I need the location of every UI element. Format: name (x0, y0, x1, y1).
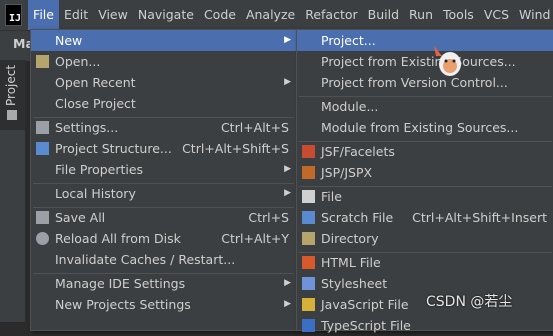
menu-item-reload[interactable]: Reload All from Disk Ctrl+Alt+Y (31, 228, 296, 249)
menu-code[interactable]: Code (199, 0, 241, 30)
new-item-project-existing-label: Project from Existing Sources... (321, 54, 516, 69)
menu-item-file-properties[interactable]: File Properties ▶ (31, 159, 296, 180)
menu-file[interactable]: File (28, 0, 59, 30)
project-structure-icon (36, 142, 49, 155)
jsf-file-icon (302, 145, 315, 158)
project-structure-shortcut: Ctrl+Alt+Shift+S (182, 141, 289, 156)
menu-item-new-projects-settings[interactable]: New Projects Settings ▶ (31, 294, 296, 315)
directory-icon (302, 232, 315, 245)
javascript-file-icon (302, 298, 315, 311)
menu-item-settings-label: Settings... (55, 120, 119, 135)
new-item-module-existing[interactable]: Module from Existing Sources... (297, 117, 553, 138)
menu-window[interactable]: Wind (514, 0, 553, 30)
menu-item-settings[interactable]: Settings... Ctrl+Alt+S (31, 117, 296, 138)
new-item-jsp[interactable]: JSP/JSPX (297, 162, 553, 183)
menu-item-local-history[interactable]: Local History ▶ (31, 183, 296, 204)
submenu-arrow-icon: ▶ (284, 299, 291, 309)
folder-icon (7, 110, 17, 120)
new-item-html-file-label: HTML File (321, 255, 381, 270)
new-item-scratch-file-label: Scratch File (321, 210, 394, 225)
new-item-scratch-file[interactable]: Scratch File Ctrl+Alt+Shift+Insert (297, 207, 553, 228)
menu-tools[interactable]: Tools (438, 0, 479, 30)
menu-item-open-recent-label: Open Recent (55, 75, 136, 90)
menu-item-open-label: Open... (55, 54, 101, 69)
reload-shortcut: Ctrl+Alt+Y (221, 231, 289, 246)
watermark: CSDN @若尘 (426, 294, 513, 310)
new-item-directory[interactable]: Directory (297, 228, 553, 249)
new-item-typescript-file[interactable]: TypeScript File (297, 315, 553, 336)
menu-navigate[interactable]: Navigate (133, 0, 199, 30)
file-icon (302, 190, 315, 203)
menu-item-new-label: New (55, 33, 83, 48)
menu-item-new[interactable]: New ▶ (31, 30, 296, 51)
new-item-stylesheet-label: Stylesheet (321, 276, 388, 291)
menu-item-save-all-label: Save All (55, 210, 106, 225)
new-item-stylesheet[interactable]: Stylesheet (297, 273, 553, 294)
new-item-jsp-label: JSP/JSPX (321, 165, 373, 180)
css-file-icon (302, 277, 315, 290)
menu-vcs[interactable]: VCS (479, 0, 514, 30)
menu-item-reload-label: Reload All from Disk (55, 231, 181, 246)
menu-item-local-history-label: Local History (55, 186, 136, 201)
submenu-arrow-icon: ▶ (284, 35, 291, 45)
wrench-icon (36, 121, 49, 134)
menu-build[interactable]: Build (363, 0, 404, 30)
scratch-file-shortcut: Ctrl+Alt+Shift+Insert (412, 210, 547, 225)
menu-item-project-structure-label: Project Structure... (55, 141, 172, 156)
new-item-project-vcs[interactable]: Project from Version Control... (297, 72, 553, 93)
reload-icon (36, 232, 49, 245)
new-item-javascript-file-label: JavaScript File (321, 297, 409, 312)
menu-item-project-structure[interactable]: Project Structure... Ctrl+Alt+Shift+S (31, 138, 296, 159)
new-item-project[interactable]: Project... (297, 30, 553, 51)
new-item-jsf[interactable]: JSF/Facelets (297, 141, 553, 162)
menu-item-close-project-label: Close Project (55, 96, 136, 111)
menu-item-save-all[interactable]: Save All Ctrl+S (31, 207, 296, 228)
folder-open-icon (36, 55, 49, 68)
submenu-arrow-icon: ▶ (284, 188, 291, 198)
new-item-directory-label: Directory (321, 231, 379, 246)
save-icon (36, 211, 49, 224)
submenu-arrow-icon: ▶ (284, 164, 291, 174)
menu-item-manage-ide-settings[interactable]: Manage IDE Settings ▶ (31, 273, 296, 294)
menu-bar: IJ File Edit View Navigate Code Analyze … (0, 0, 553, 30)
menu-refactor[interactable]: Refactor (300, 0, 362, 30)
menu-item-invalidate-caches-label: Invalidate Caches / Restart... (55, 252, 236, 267)
jsp-file-icon (302, 166, 315, 179)
submenu-arrow-icon: ▶ (284, 77, 291, 87)
new-item-project-existing[interactable]: Project from Existing Sources... (297, 51, 553, 72)
project-tool-tab-label: Project (4, 64, 18, 106)
new-item-module-existing-label: Module from Existing Sources... (321, 120, 519, 135)
file-menu: New ▶ Open... Open Recent ▶ Close Projec… (30, 29, 297, 331)
new-submenu: Project... Project from Existing Sources… (296, 29, 553, 333)
menu-analyze[interactable]: Analyze (241, 0, 300, 30)
menu-item-manage-ide-settings-label: Manage IDE Settings (55, 276, 186, 291)
scratch-file-icon (302, 211, 315, 224)
new-item-file[interactable]: File (297, 186, 553, 207)
new-item-jsf-label: JSF/Facelets (321, 144, 395, 159)
menu-edit[interactable]: Edit (59, 0, 93, 30)
menu-item-invalidate-caches[interactable]: Invalidate Caches / Restart... (31, 249, 296, 270)
new-item-project-label: Project... (321, 33, 376, 48)
new-item-module[interactable]: Module... (297, 96, 553, 117)
new-item-typescript-file-label: TypeScript File (321, 318, 411, 333)
menu-item-new-projects-settings-label: New Projects Settings (55, 297, 191, 312)
save-all-shortcut: Ctrl+S (248, 210, 289, 225)
html-file-icon (302, 256, 315, 269)
menu-run[interactable]: Run (404, 0, 438, 30)
submenu-arrow-icon: ▶ (284, 278, 291, 288)
new-item-javascript-file[interactable]: JavaScript File (297, 294, 553, 315)
cursor-mascot-icon (434, 46, 461, 76)
menu-item-open[interactable]: Open... (31, 51, 296, 72)
menu-item-file-properties-label: File Properties (55, 162, 144, 177)
menu-item-close-project[interactable]: Close Project (31, 93, 296, 114)
new-item-file-label: File (321, 189, 342, 204)
typescript-file-icon (302, 319, 315, 332)
settings-shortcut: Ctrl+Alt+S (220, 120, 289, 135)
menu-view[interactable]: View (93, 0, 133, 30)
menu-item-open-recent[interactable]: Open Recent ▶ (31, 72, 296, 93)
new-item-module-label: Module... (321, 99, 379, 114)
new-item-project-vcs-label: Project from Version Control... (321, 75, 508, 90)
new-item-html-file[interactable]: HTML File (297, 252, 553, 273)
intellij-logo-icon: IJ (5, 4, 23, 26)
